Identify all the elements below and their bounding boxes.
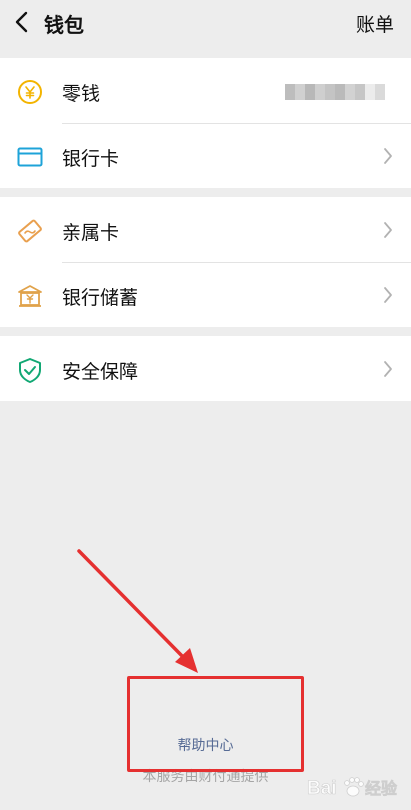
annotation-highlight-box xyxy=(127,676,304,772)
row-security-label: 安全保障 xyxy=(62,362,139,383)
back-arrow-icon[interactable] xyxy=(12,10,32,34)
svg-text:Bai: Bai xyxy=(307,778,337,799)
wallet-group-3: 安全保障 xyxy=(0,336,411,401)
wallet-group-2: 亲属卡 银行储蓄 xyxy=(0,197,411,327)
chevron-right-icon xyxy=(384,361,392,377)
row-bank-card[interactable]: 银行卡 xyxy=(0,123,411,189)
chevron-right-icon xyxy=(384,287,392,303)
row-security[interactable]: 安全保障 xyxy=(0,336,411,402)
bill-button[interactable]: 账单 xyxy=(356,10,394,37)
row-bank-card-label: 银行卡 xyxy=(62,149,120,170)
row-bank-savings[interactable]: 银行储蓄 xyxy=(0,262,411,328)
row-family-card-label: 亲属卡 xyxy=(62,223,120,244)
header-bar: 钱包 账单 xyxy=(0,0,411,44)
bank-card-icon xyxy=(17,147,43,167)
row-change[interactable]: 零钱 xyxy=(0,58,411,124)
family-card-icon xyxy=(18,219,42,243)
row-family-card[interactable]: 亲属卡 xyxy=(0,197,411,263)
svg-text:经验: 经验 xyxy=(365,779,398,798)
shield-icon xyxy=(19,358,41,383)
page-title: 钱包 xyxy=(44,15,84,37)
row-bank-savings-label: 银行储蓄 xyxy=(62,288,139,309)
chevron-right-icon xyxy=(384,148,392,164)
row-change-label: 零钱 xyxy=(62,84,101,105)
baidu-jingyan-watermark: Bai 经验 xyxy=(307,777,398,799)
coin-yen-icon xyxy=(18,80,42,104)
balance-hidden-value xyxy=(285,82,395,102)
bank-savings-icon xyxy=(18,285,42,307)
wallet-group-1: 零钱 银行卡 xyxy=(0,58,411,188)
chevron-right-icon xyxy=(384,222,392,238)
